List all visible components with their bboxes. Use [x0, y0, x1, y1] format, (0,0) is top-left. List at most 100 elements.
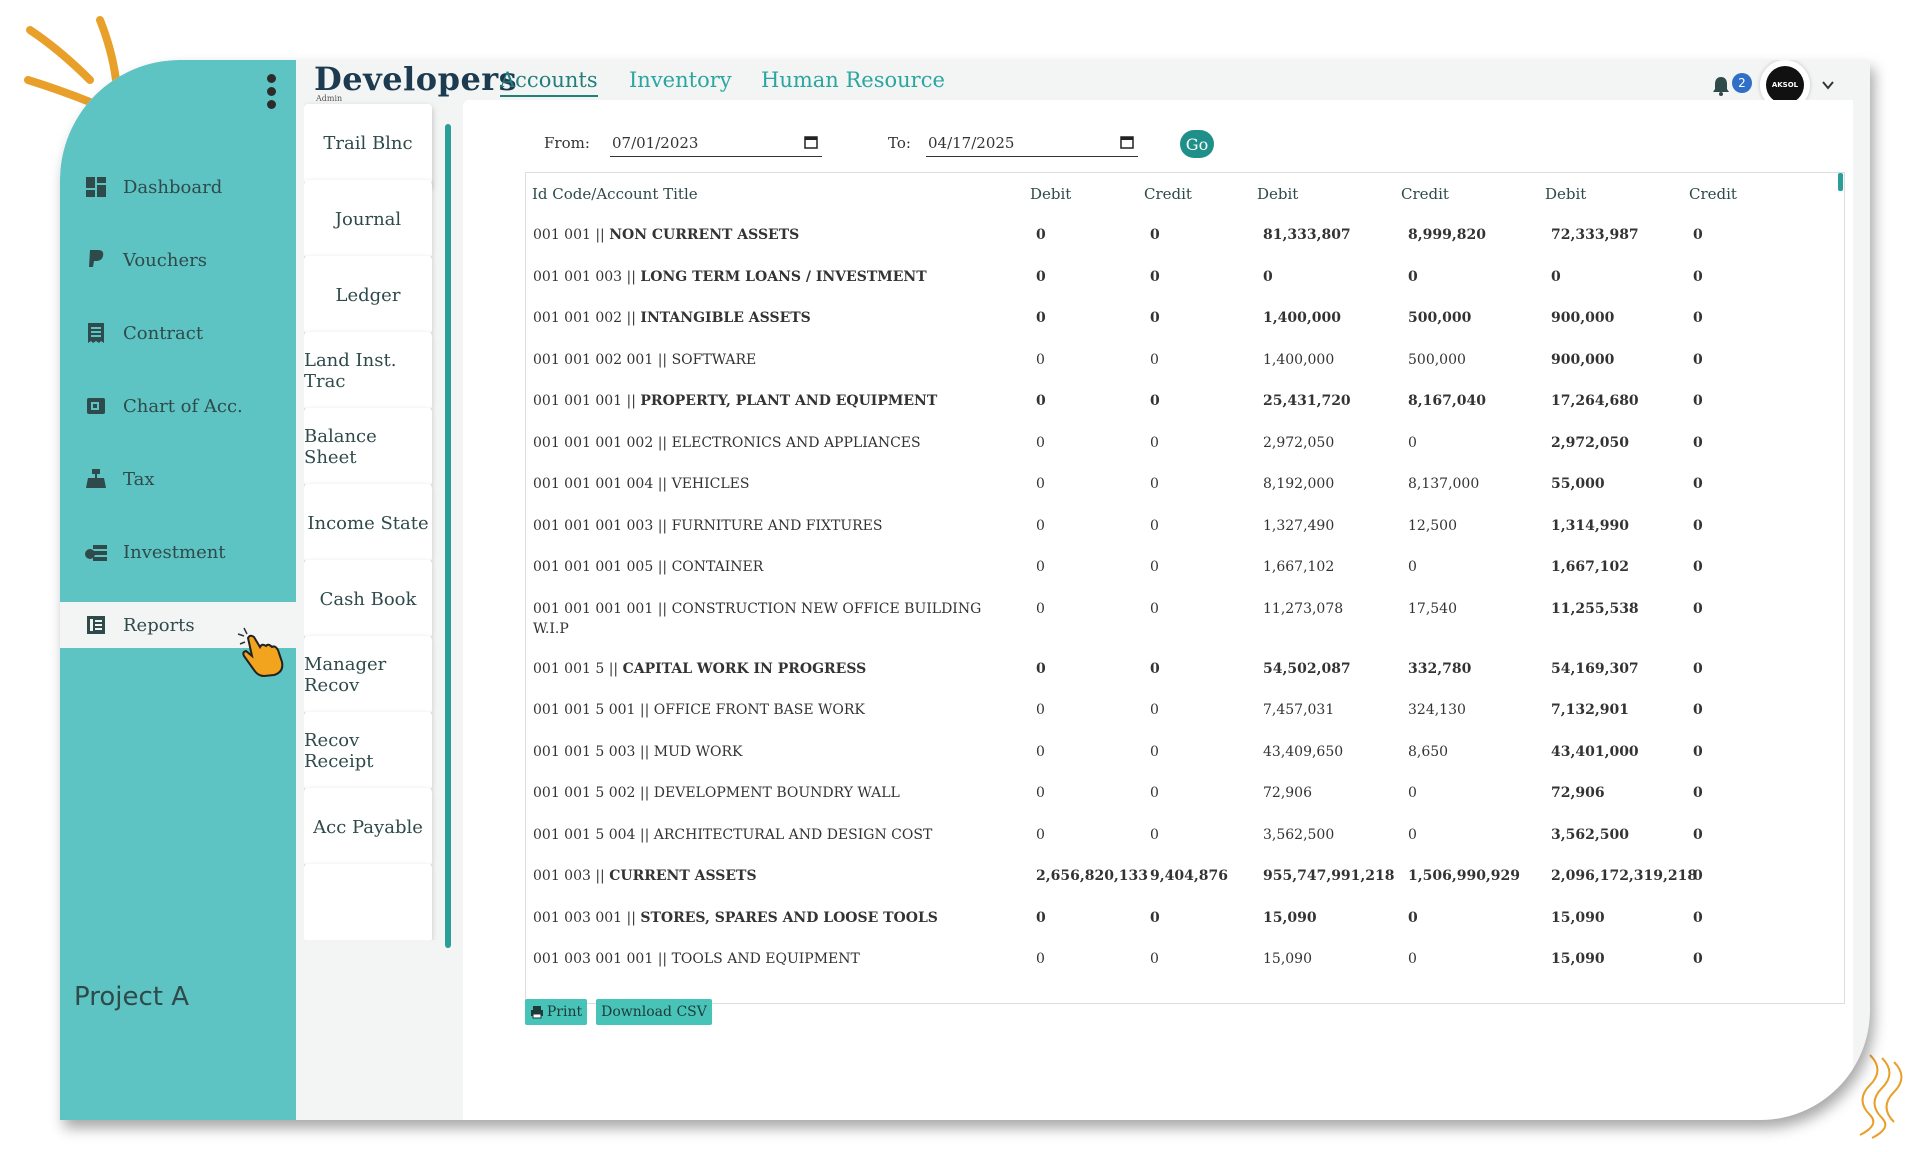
- table-row: 001 001 002 001 || SOFTWARE 0 0 1,400,000 50…: [60, 350, 1850, 390]
- amount-cell: 0: [1150, 310, 1160, 326]
- print-button[interactable]: Print: [525, 999, 587, 1025]
- amount-cell: 72,906: [1551, 785, 1605, 801]
- tab-accounts[interactable]: Accounts: [500, 68, 598, 97]
- amount-cell: 0: [1036, 310, 1046, 326]
- account-cell: 001 001 001 || PROPERTY, PLANT AND EQUIP…: [533, 391, 993, 411]
- account-cell: 001 001 001 001 || CONSTRUCTION NEW OFFI…: [533, 599, 993, 639]
- amount-cell: 8,167,040: [1408, 393, 1486, 409]
- amount-cell: 0: [1693, 559, 1703, 575]
- amount-cell: 0: [1150, 702, 1159, 718]
- sidebar-item-label: Dashboard: [123, 176, 223, 198]
- account-title: INTANGIBLE ASSETS: [640, 310, 811, 326]
- chevron-down-icon[interactable]: [1821, 78, 1835, 92]
- account-cell: 001 003 001 001 || TOOLS AND EQUIPMENT: [533, 949, 993, 969]
- table-row: 001 001 002 || INTANGIBLE ASSETS 0 0 1,400,…: [60, 308, 1850, 348]
- amount-cell: 0: [1036, 826, 1045, 843]
- notification-badge: 2: [1732, 73, 1752, 93]
- amount-cell: 0: [1693, 743, 1703, 760]
- column-header: Debit: [1257, 185, 1299, 203]
- amount-cell: 0: [1150, 600, 1159, 617]
- amount-cell: 0: [1693, 600, 1703, 617]
- account-cell: 001 001 003 || LONG TERM LOANS / INVESTM…: [533, 267, 993, 287]
- amount-cell: 0: [1693, 227, 1703, 243]
- download-csv-button[interactable]: Download CSV: [596, 999, 712, 1025]
- account-title: ELECTRONICS AND APPLIANCES: [671, 434, 921, 451]
- report-trail-blnc-button[interactable]: Trail Blnc: [304, 104, 432, 186]
- to-date-input[interactable]: 04/17/2025: [926, 132, 1138, 157]
- tab-human-resource[interactable]: Human Resource: [761, 68, 945, 92]
- account-code: 001 001 5 002 ||: [533, 785, 650, 801]
- amount-cell: 8,192,000: [1263, 476, 1335, 492]
- column-header: Credit: [1689, 185, 1737, 203]
- sidebar-item-dashboard[interactable]: Dashboard: [60, 164, 296, 210]
- amount-cell: 0: [1150, 351, 1159, 368]
- calendar-icon[interactable]: [1120, 135, 1134, 149]
- amount-cell: 0: [1693, 268, 1703, 285]
- amount-cell: 0: [1150, 268, 1160, 285]
- amount-cell: 54,169,307: [1551, 660, 1639, 677]
- account-cell: 001 001 || NON CURRENT ASSETS: [533, 225, 993, 245]
- amount-cell: 1,400,000: [1263, 351, 1335, 368]
- account-cell: 001 001 002 || INTANGIBLE ASSETS: [533, 308, 993, 328]
- amount-cell: 0: [1036, 743, 1045, 760]
- amount-cell: 11,273,078: [1263, 600, 1344, 617]
- amount-cell: 0: [1408, 434, 1417, 451]
- amount-cell: 17,540: [1408, 600, 1457, 617]
- amount-cell: 0: [1693, 785, 1703, 801]
- table-row: 001 001 || NON CURRENT ASSETS 0 0 81,333,80…: [60, 225, 1850, 265]
- amount-cell: 0: [1150, 826, 1159, 843]
- amount-cell: 11,255,538: [1551, 600, 1639, 617]
- bell-icon[interactable]: [1712, 76, 1730, 96]
- column-header: Id Code/Account Title: [532, 185, 698, 203]
- amount-cell: 0: [1150, 227, 1160, 243]
- amount-cell: 17,264,680: [1551, 393, 1639, 409]
- account-code: 001 001 002 ||: [533, 310, 636, 326]
- brand-title: Developers: [314, 60, 518, 98]
- amount-cell: 0: [1036, 785, 1045, 801]
- amount-cell: 0: [1150, 517, 1159, 534]
- amount-cell: 1,667,102: [1263, 559, 1335, 575]
- account-code: 001 003 001 ||: [533, 909, 636, 926]
- account-code: 001 001 5 001 ||: [533, 702, 650, 718]
- account-code: 001 001 001 005 ||: [533, 559, 668, 575]
- table-row: 001 001 001 002 || ELECTRONICS AND APPLI…: [60, 433, 1850, 473]
- from-date-input[interactable]: 07/01/2023: [610, 132, 822, 157]
- column-header: Debit: [1545, 185, 1587, 203]
- amount-cell: 0: [1693, 434, 1703, 451]
- amount-cell: 0: [1036, 434, 1045, 451]
- amount-cell: 15,090: [1551, 951, 1605, 967]
- amount-cell: 324,130: [1408, 702, 1466, 718]
- amount-cell: 8,137,000: [1408, 476, 1480, 492]
- account-cell: 001 001 001 004 || VEHICLES: [533, 474, 993, 494]
- table-row: 001 003 001 || STORES, SPARES AND LOOSE …: [60, 908, 1850, 948]
- column-header: Credit: [1144, 185, 1192, 203]
- account-cell: 001 001 001 005 || CONTAINER: [533, 557, 993, 577]
- account-cell: 001 001 5 || CAPITAL WORK IN PROGRESS: [533, 659, 993, 679]
- go-button[interactable]: Go: [1180, 130, 1214, 158]
- account-cell: 001 001 5 004 || ARCHITECTURAL AND DESIG…: [533, 825, 993, 845]
- amount-cell: 0: [1408, 268, 1418, 285]
- account-title: LONG TERM LOANS / INVESTMENT: [640, 268, 927, 285]
- table-scrollbar[interactable]: [1838, 173, 1843, 191]
- account-title: DEVELOPMENT BOUNDRY WALL: [653, 785, 900, 801]
- from-label: From:: [544, 134, 590, 152]
- amount-cell: 7,457,031: [1263, 702, 1335, 718]
- amount-cell: 0: [1150, 434, 1159, 451]
- amount-cell: 0: [1036, 600, 1045, 617]
- amount-cell: 500,000: [1408, 310, 1472, 326]
- amount-cell: 500,000: [1408, 351, 1466, 368]
- amount-cell: 2,096,172,319,218: [1551, 868, 1698, 884]
- amount-cell: 0: [1408, 826, 1417, 843]
- tab-inventory[interactable]: Inventory: [629, 68, 732, 92]
- amount-cell: 0: [1036, 660, 1046, 677]
- account-code: 001 001 001 003 ||: [533, 517, 668, 534]
- amount-cell: 0: [1693, 951, 1703, 967]
- amount-cell: 0: [1150, 909, 1160, 926]
- brand: Developers Admin: [314, 60, 517, 103]
- account-code: 001 001 002 001 ||: [533, 351, 668, 368]
- account-title: SOFTWARE: [671, 351, 757, 368]
- calendar-icon[interactable]: [804, 135, 818, 149]
- account-title: NON CURRENT ASSETS: [609, 227, 800, 243]
- account-code: 001 001 5 004 ||: [533, 826, 650, 843]
- kebab-menu-icon[interactable]: [265, 74, 277, 118]
